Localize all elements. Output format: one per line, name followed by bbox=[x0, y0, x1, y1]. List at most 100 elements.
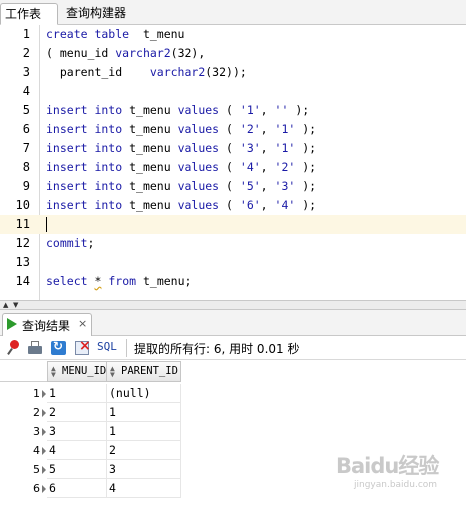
cell-menu-id[interactable]: 3 bbox=[47, 422, 107, 441]
table-row[interactable]: 442 bbox=[0, 441, 181, 460]
sql-string: '6' bbox=[239, 198, 261, 212]
sql-token: t_menu; bbox=[136, 274, 192, 288]
refresh-icon[interactable]: ↻ bbox=[51, 339, 67, 356]
cell-menu-id[interactable]: 6 bbox=[47, 479, 107, 498]
sql-keyword: insert into bbox=[46, 122, 123, 136]
table-row[interactable]: 664 bbox=[0, 479, 181, 498]
cell-parent-id[interactable]: 3 bbox=[107, 460, 181, 479]
cell-menu-id[interactable]: 5 bbox=[47, 460, 107, 479]
line-number: 8 bbox=[22, 160, 30, 174]
results-toolbar: ↻ × SQL 提取的所有行: 6, 用时 0.01 秒 bbox=[0, 336, 466, 360]
print-icon[interactable] bbox=[27, 340, 43, 356]
sql-token: t_menu bbox=[122, 103, 178, 117]
code-line[interactable]: 3 parent_id varchar2(32)); bbox=[0, 63, 466, 82]
sort-icon: ▲ ▼ bbox=[51, 364, 56, 379]
line-number: 7 bbox=[22, 141, 30, 155]
line-number: 14 bbox=[15, 274, 30, 288]
pin-icon[interactable] bbox=[6, 340, 22, 356]
code-text: insert into t_menu values ( '1', '' ); bbox=[46, 101, 309, 120]
sql-token: ); bbox=[295, 122, 317, 136]
sql-keyword: values bbox=[177, 179, 220, 193]
sql-keyword: varchar2 bbox=[115, 46, 171, 60]
collapse-up-icon[interactable]: ▲ bbox=[3, 302, 8, 309]
line-number: 4 bbox=[22, 84, 30, 98]
column-header-parent-id[interactable]: ▲ ▼ PARENT_ID bbox=[106, 361, 181, 382]
code-text: select * from t_menu; bbox=[46, 272, 191, 291]
sql-token: (32)); bbox=[205, 65, 247, 79]
delete-icon[interactable]: × bbox=[75, 338, 91, 356]
sql-button[interactable]: SQL bbox=[97, 340, 117, 353]
sql-token: (32), bbox=[170, 46, 206, 60]
code-line[interactable]: 7 insert into t_menu values ( '3', '1' ); bbox=[0, 139, 466, 158]
sql-token: parent_id bbox=[46, 65, 150, 79]
table-row[interactable]: 331 bbox=[0, 422, 181, 441]
sql-token: ); bbox=[295, 198, 317, 212]
table-row[interactable]: 221 bbox=[0, 403, 181, 422]
code-line[interactable]: 8 insert into t_menu values ( '4', '2' ); bbox=[0, 158, 466, 177]
code-line[interactable]: 4 bbox=[0, 82, 466, 101]
cell-parent-id[interactable]: 1 bbox=[107, 403, 181, 422]
results-tab-bar: 查询结果 × bbox=[0, 310, 466, 336]
code-text: parent_id varchar2(32)); bbox=[46, 63, 247, 82]
code-line[interactable]: 12 commit; bbox=[0, 234, 466, 253]
cell-menu-id[interactable]: 1 bbox=[47, 384, 107, 403]
code-line[interactable]: 6 insert into t_menu values ( '2', '1' ); bbox=[0, 120, 466, 139]
column-header-menu-id[interactable]: ▲ ▼ MENU_ID bbox=[47, 361, 107, 382]
sql-string: '3' bbox=[274, 179, 296, 193]
row-pointer-icon bbox=[42, 447, 46, 455]
fetch-status: 提取的所有行: 6, 用时 0.01 秒 bbox=[134, 342, 300, 356]
tab-query-builder[interactable]: 查询构建器 bbox=[62, 3, 134, 25]
cell-parent-id[interactable]: 4 bbox=[107, 479, 181, 498]
sql-token: , bbox=[260, 122, 275, 136]
line-number: 9 bbox=[22, 179, 30, 193]
cell-parent-id[interactable]: (null) bbox=[107, 384, 181, 403]
code-line[interactable]: 1 create table t_menu bbox=[0, 25, 466, 44]
sql-string: '4' bbox=[239, 160, 261, 174]
sql-string: '1' bbox=[274, 141, 296, 155]
sql-keyword: insert into bbox=[46, 160, 123, 174]
code-line[interactable]: 9 insert into t_menu values ( '5', '3' ); bbox=[0, 177, 466, 196]
cell-parent-id[interactable]: 2 bbox=[107, 441, 181, 460]
sql-token: ); bbox=[295, 141, 317, 155]
tab-query-result[interactable]: 查询结果 × bbox=[2, 313, 92, 336]
code-text: insert into t_menu values ( '4', '2' ); bbox=[46, 158, 316, 177]
sql-editor[interactable]: 1 create table t_menu 2( menu_id varchar2(… bbox=[0, 25, 466, 300]
table-row[interactable]: 1 1 (null) bbox=[0, 384, 181, 403]
text-caret bbox=[46, 217, 47, 232]
sql-token: ( bbox=[219, 141, 240, 155]
row-pointer-icon bbox=[42, 485, 46, 493]
code-line[interactable]: 2 ( menu_id varchar2(32), bbox=[0, 44, 466, 63]
row-pointer-icon bbox=[42, 409, 46, 417]
cell-parent-id[interactable]: 1 bbox=[107, 422, 181, 441]
column-header-label: MENU_ID bbox=[62, 365, 107, 377]
sql-token: ( bbox=[219, 122, 240, 136]
code-line[interactable]: 11 bbox=[0, 215, 466, 234]
sql-token: , bbox=[260, 103, 275, 117]
cell-menu-id[interactable]: 2 bbox=[47, 403, 107, 422]
code-text: insert into t_menu values ( '3', '1' ); bbox=[46, 139, 316, 158]
sql-token: ( bbox=[219, 198, 240, 212]
row-number: 6 bbox=[33, 482, 40, 495]
table-row[interactable]: 553 bbox=[0, 460, 181, 479]
pane-splitter[interactable]: ▲ ▼ bbox=[0, 300, 466, 310]
row-pointer-icon bbox=[42, 428, 46, 436]
sql-token: ); bbox=[288, 103, 310, 117]
code-line[interactable]: 14 select * from t_menu; bbox=[0, 272, 466, 291]
line-number: 1 bbox=[22, 27, 30, 41]
line-number: 11 bbox=[15, 217, 30, 231]
sql-string: '4' bbox=[274, 198, 296, 212]
cell-menu-id[interactable]: 4 bbox=[47, 441, 107, 460]
sql-token: ( bbox=[219, 103, 240, 117]
code-line[interactable]: 5 insert into t_menu values ( '1', '' ); bbox=[0, 101, 466, 120]
sql-token: ( menu_id bbox=[46, 46, 116, 60]
sql-token: , bbox=[260, 160, 275, 174]
collapse-down-icon[interactable]: ▼ bbox=[13, 302, 18, 309]
code-line[interactable]: 13 bbox=[0, 253, 466, 272]
row-number: 4 bbox=[33, 444, 40, 457]
tab-worksheet[interactable]: 工作表 bbox=[0, 3, 58, 25]
close-tab-icon[interactable]: × bbox=[78, 317, 87, 330]
toolbar-divider bbox=[126, 339, 127, 357]
sql-string: '3' bbox=[239, 141, 261, 155]
code-line[interactable]: 10 insert into t_menu values ( '6', '4' )… bbox=[0, 196, 466, 215]
code-text: insert into t_menu values ( '5', '3' ); bbox=[46, 177, 316, 196]
